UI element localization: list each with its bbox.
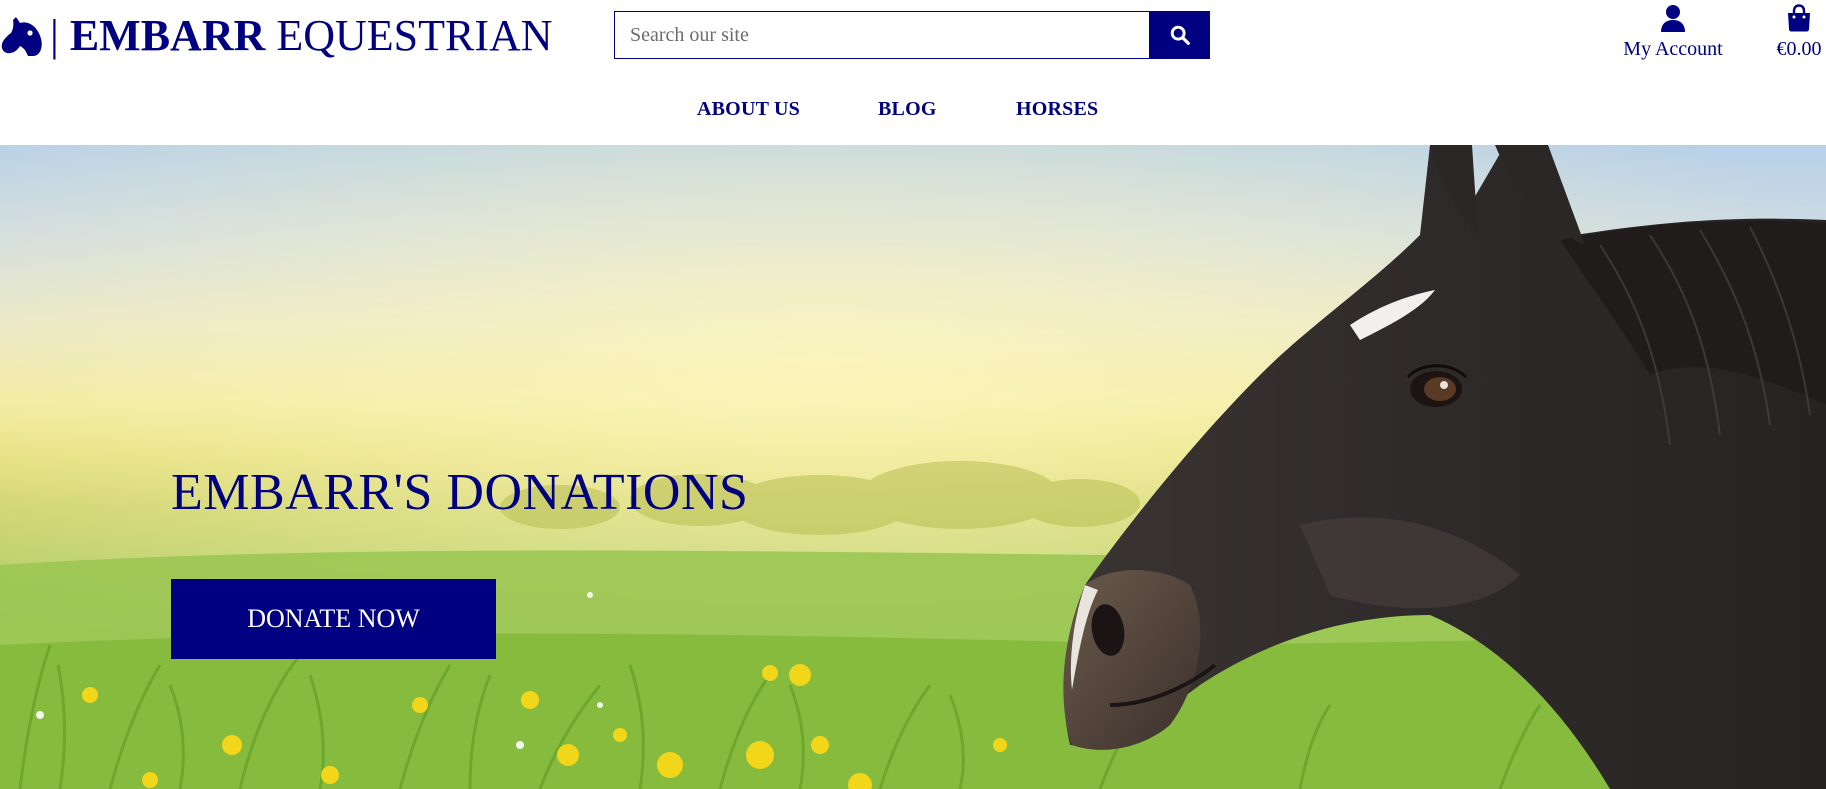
brand-name-bold: EMBARR (69, 11, 266, 60)
nav-horses[interactable]: HORSES (1016, 98, 1098, 121)
hero-title: EMBARR'S DONATIONS (171, 464, 749, 521)
search-input[interactable] (614, 11, 1149, 59)
user-icon (1661, 5, 1685, 32)
nav-blog[interactable]: BLOG (878, 98, 937, 121)
site-header: | EMBARR EQUESTRIAN My Account €0.00 (0, 0, 1826, 145)
my-account-link[interactable]: My Account (1612, 4, 1734, 61)
donate-now-button[interactable]: DONATE NOW (171, 579, 496, 659)
shopping-bag-icon (1788, 4, 1810, 32)
brand-separator: | (50, 11, 59, 60)
brand-name-rest: EQUESTRIAN (276, 11, 553, 60)
search-form (614, 11, 1210, 59)
cart-link[interactable]: €0.00 (1772, 4, 1826, 61)
search-icon (1170, 25, 1190, 45)
my-account-label: My Account (1623, 38, 1723, 60)
horse-head-icon (1, 17, 42, 56)
nav-about-us[interactable]: ABOUT US (697, 98, 800, 121)
cart-total: €0.00 (1776, 38, 1822, 60)
brand-name: | EMBARR EQUESTRIAN (50, 14, 553, 58)
main-nav: ABOUT US BLOG HORSES (0, 98, 1826, 124)
hero-banner: EMBARR'S DONATIONS DONATE NOW (0, 145, 1826, 789)
search-button[interactable] (1149, 11, 1210, 59)
brand-logo-link[interactable]: | EMBARR EQUESTRIAN (0, 8, 553, 64)
